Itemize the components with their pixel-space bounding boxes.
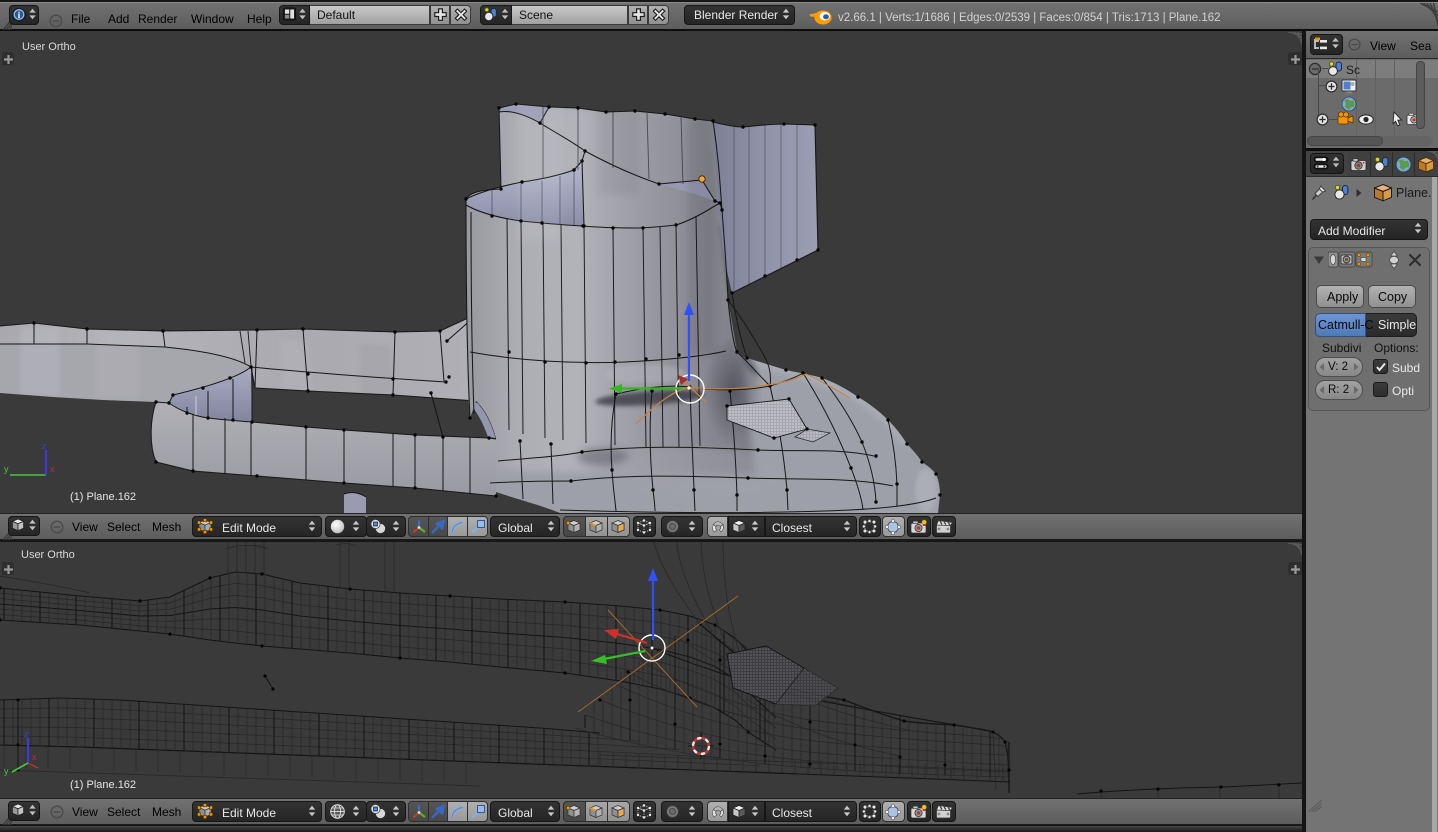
svg-text:y: y: [4, 464, 9, 474]
svg-text:y: y: [4, 766, 9, 776]
svg-text:z: z: [42, 441, 47, 451]
svg-text:x: x: [50, 464, 55, 474]
svg-text:x: x: [32, 752, 37, 762]
svg-text:z: z: [24, 730, 29, 739]
